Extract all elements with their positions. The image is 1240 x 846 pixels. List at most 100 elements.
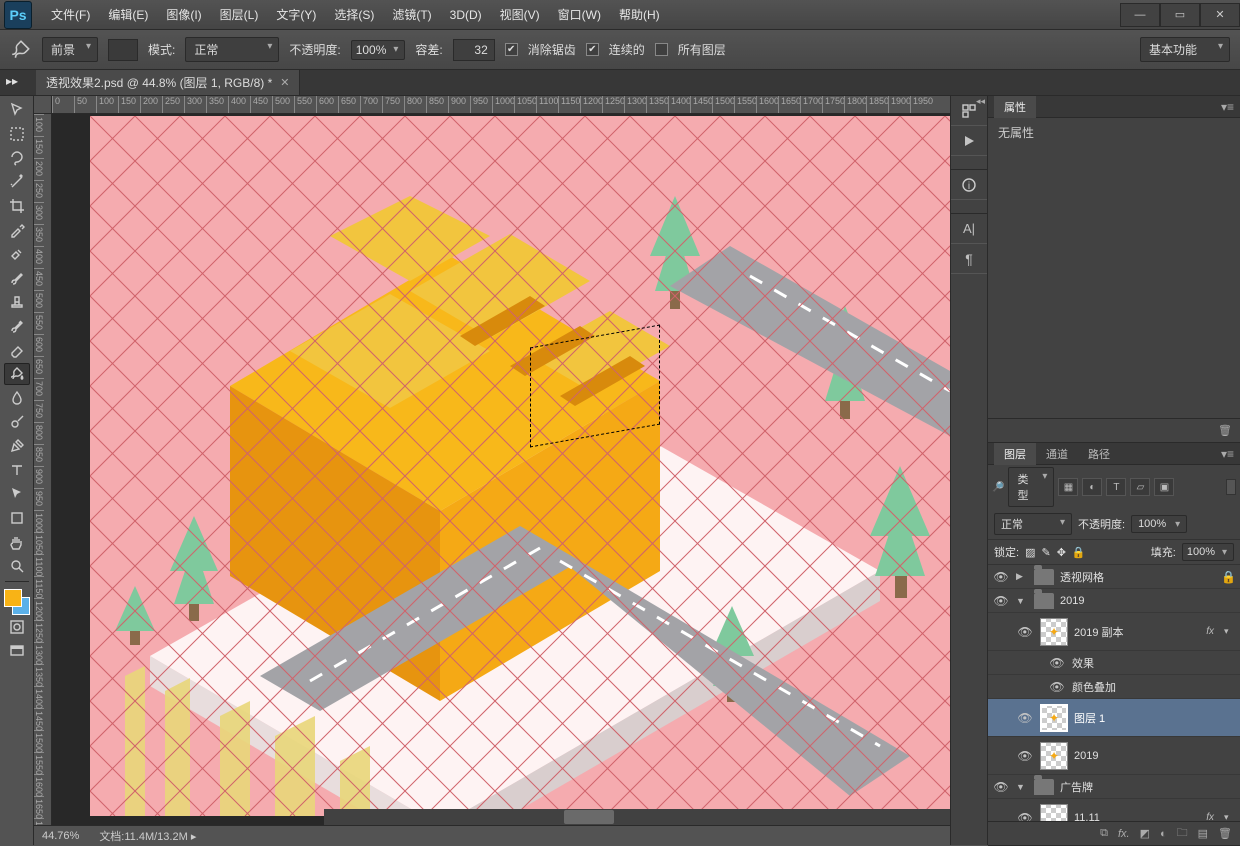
crop-tool[interactable] <box>4 195 30 217</box>
visibility-icon[interactable]: 👁 <box>992 780 1010 794</box>
canvas[interactable] <box>90 116 950 816</box>
menu-layer[interactable]: 图层(L) <box>211 0 268 30</box>
visibility-icon[interactable]: 👁 <box>1016 811 1034 822</box>
delete-icon[interactable]: 🗑 <box>1218 827 1232 840</box>
collapse-icon[interactable]: ▼ <box>1016 596 1028 606</box>
menu-window[interactable]: 窗口(W) <box>549 0 610 30</box>
all-layers-checkbox[interactable] <box>655 43 668 56</box>
layer-2019-copy[interactable]: 👁 ✦ 2019 副本 fx▾ <box>988 613 1240 651</box>
menu-help[interactable]: 帮助(H) <box>610 0 669 30</box>
lasso-tool[interactable] <box>4 147 30 169</box>
pattern-picker[interactable] <box>108 39 138 61</box>
layer-layer1[interactable]: 👁 ✦ 图层 1 <box>988 699 1240 737</box>
filter-type-icon[interactable]: T <box>1106 478 1126 496</box>
character-panel-icon[interactable]: A| <box>951 214 987 244</box>
close-button[interactable]: ✕ <box>1200 3 1240 27</box>
canvas-viewport[interactable]: 0501001502002503003504004505005506006507… <box>34 96 950 845</box>
heal-tool[interactable] <box>4 243 30 265</box>
menu-select[interactable]: 选择(S) <box>325 0 383 30</box>
layer-thumb[interactable] <box>1040 804 1068 822</box>
lock-paint-icon[interactable]: ✎ <box>1041 546 1050 559</box>
hand-tool[interactable] <box>4 531 30 553</box>
eraser-tool[interactable] <box>4 339 30 361</box>
zoom-tool[interactable] <box>4 555 30 577</box>
bucket-tool[interactable] <box>4 363 30 385</box>
collapse-icon[interactable]: ▶ <box>1016 571 1028 582</box>
layer-group-2019[interactable]: 👁 ▼ 2019 <box>988 589 1240 613</box>
fill-source-dropdown[interactable]: 前景 <box>42 37 98 62</box>
eyedropper-tool[interactable] <box>4 219 30 241</box>
document-tab[interactable]: 透视效果2.psd @ 44.8% (图层 1, RGB/8) * ✕ <box>36 70 300 95</box>
layer-2019[interactable]: 👁 ✦ 2019 <box>988 737 1240 775</box>
info-panel-icon[interactable]: i <box>951 170 987 200</box>
visibility-icon[interactable]: 👁 <box>1048 656 1066 670</box>
link-icon[interactable]: ⧉ <box>1100 827 1108 840</box>
layer-fill-value[interactable]: 100% <box>1182 543 1234 561</box>
actions-panel-icon[interactable] <box>951 126 987 156</box>
group-icon[interactable]: 🗀 <box>1177 824 1188 843</box>
visibility-icon[interactable]: 👁 <box>1048 680 1066 694</box>
layer-opacity-value[interactable]: 100% <box>1131 515 1187 533</box>
newlayer-icon[interactable]: ▤ <box>1198 827 1208 840</box>
trash-icon[interactable]: 🗑 <box>1218 424 1232 437</box>
dodge-tool[interactable] <box>4 411 30 433</box>
layers-panel-menu-icon[interactable]: ▾≡ <box>1221 447 1240 461</box>
mask-icon[interactable]: ◩ <box>1140 827 1150 840</box>
visibility-icon[interactable]: 👁 <box>1016 711 1034 725</box>
move-tool[interactable] <box>4 99 30 121</box>
layer-list[interactable]: 👁 ▶ 透视网格 🔒 👁 ▼ 2019 👁 ✦ <box>988 565 1240 821</box>
quickmask-tool[interactable] <box>4 616 30 638</box>
expand-panels-icon[interactable]: ◂◂ <box>976 96 985 107</box>
shape-tool[interactable] <box>4 507 30 529</box>
menu-edit[interactable]: 编辑(E) <box>99 0 157 30</box>
layer-coloroverlay-row[interactable]: 👁 颜色叠加 <box>988 675 1240 699</box>
layer-thumb[interactable]: ✦ <box>1040 742 1068 770</box>
zoom-readout[interactable]: 44.76% <box>42 830 79 842</box>
menu-view[interactable]: 视图(V) <box>491 0 549 30</box>
layer-thumb[interactable]: ✦ <box>1040 618 1068 646</box>
layer-blendmode[interactable]: 正常 <box>994 513 1072 535</box>
lock-pos-icon[interactable]: ✥ <box>1057 546 1066 559</box>
pen-tool[interactable] <box>4 435 30 457</box>
blend-mode-dropdown[interactable]: 正常 <box>185 37 279 62</box>
channels-tab[interactable]: 通道 <box>1036 443 1078 465</box>
maximize-button[interactable]: ▭ <box>1160 3 1200 27</box>
tolerance-input[interactable]: 32 <box>453 39 495 61</box>
paths-tab[interactable]: 路径 <box>1078 443 1120 465</box>
paragraph-panel-icon[interactable]: ¶ <box>951 244 987 274</box>
brush-tool[interactable] <box>4 267 30 289</box>
visibility-icon[interactable]: 👁 <box>1016 625 1034 639</box>
menu-type[interactable]: 文字(Y) <box>267 0 325 30</box>
layer-1111[interactable]: 👁 11.11 fx▾ <box>988 799 1240 821</box>
opacity-input[interactable]: 100% <box>351 40 406 60</box>
marquee-tool[interactable] <box>4 123 30 145</box>
menu-file[interactable]: 文件(F) <box>42 0 99 30</box>
path-select-tool[interactable] <box>4 483 30 505</box>
collapse-icon[interactable]: ▼ <box>1016 782 1028 792</box>
layer-filter-kind[interactable]: 类型 <box>1008 467 1054 507</box>
workspace-dropdown[interactable]: 基本功能 <box>1140 37 1230 62</box>
lock-trans-icon[interactable]: ▨ <box>1025 546 1035 559</box>
visibility-icon[interactable]: 👁 <box>992 594 1010 608</box>
ruler-horizontal[interactable]: 0501001502002503003504004505005506006507… <box>52 96 950 114</box>
stamp-tool[interactable] <box>4 291 30 313</box>
filter-pixel-icon[interactable]: ▦ <box>1058 478 1078 496</box>
layer-thumb[interactable]: ✦ <box>1040 704 1068 732</box>
wand-tool[interactable] <box>4 171 30 193</box>
layer-group-billboard[interactable]: 👁 ▼ 广告牌 <box>988 775 1240 799</box>
properties-tab[interactable]: 属性 <box>994 96 1036 118</box>
layer-group-grid[interactable]: 👁 ▶ 透视网格 🔒 <box>988 565 1240 589</box>
type-tool[interactable] <box>4 459 30 481</box>
menu-filter[interactable]: 滤镜(T) <box>383 0 440 30</box>
fx-icon[interactable]: fx. <box>1118 828 1130 840</box>
menu-3d[interactable]: 3D(D) <box>441 0 491 30</box>
history-brush-tool[interactable] <box>4 315 30 337</box>
layer-effects-row[interactable]: 👁 效果 <box>988 651 1240 675</box>
menu-image[interactable]: 图像(I) <box>157 0 210 30</box>
fg-color-swatch[interactable] <box>4 589 22 607</box>
adjustment-icon[interactable]: ◐ <box>1160 828 1167 840</box>
lock-all-icon[interactable]: 🔒 <box>1072 546 1086 559</box>
ruler-vertical[interactable]: 1001502002503003504004505005506006507007… <box>34 114 52 845</box>
visibility-icon[interactable]: 👁 <box>1016 749 1034 763</box>
filter-smart-icon[interactable]: ▣ <box>1154 478 1174 496</box>
